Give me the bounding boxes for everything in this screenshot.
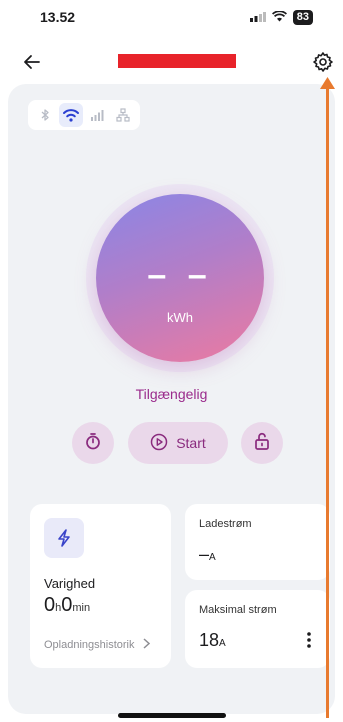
charging-current-label: Ladestrøm [199,518,252,530]
charger-panel: – – kWh Tilgængelig Start Varighed 0h0mi… [8,84,335,714]
bluetooth-icon[interactable] [33,103,57,127]
duration-minutes-unit: min [72,602,91,614]
more-options-icon[interactable] [306,630,312,650]
status-bar: 13.52 83 [0,0,343,38]
charging-current-card: Ladestrøm –A [185,504,330,580]
energy-meter: – – kWh [86,184,274,372]
ethernet-icon[interactable] [111,103,135,127]
charging-current-number: – [199,544,210,564]
status-icons: 83 [249,9,313,25]
signal-icon [249,11,266,25]
unlock-icon [252,431,272,456]
duration-label: Varighed [44,576,96,591]
annotation-arrow-line [326,84,329,718]
max-current-unit: A [219,638,226,649]
duration-value: 0h0min [44,594,90,617]
battery-icon: 83 [292,10,313,25]
charger-status: Tilgængelig [135,386,208,402]
app-bar [0,44,343,80]
timer-icon [83,431,103,456]
charging-current-value: –A [199,544,216,565]
page-title-redacted [118,54,236,68]
max-current-value: 18A [199,630,226,651]
wifi-icon[interactable] [59,103,83,127]
gear-icon[interactable] [311,50,335,74]
connectivity-selector [28,100,140,130]
charging-current-unit: A [209,552,216,563]
max-current-label: Maksimal strøm [199,604,277,616]
max-current-card: Maksimal strøm 18A [185,590,330,668]
wifi-status-icon [271,9,287,25]
bolt-icon [44,518,84,558]
charging-history-link[interactable]: Opladningshistorik [44,638,150,652]
energy-unit: kWh [167,310,193,325]
duration-hours: 0 [44,594,56,616]
energy-value: – – [147,256,213,294]
unlock-button[interactable] [241,422,283,464]
timer-button[interactable] [72,422,114,464]
chevron-right-icon [142,638,150,652]
annotation-arrow-head-icon [320,76,335,94]
back-arrow-icon[interactable] [20,50,44,74]
charging-history-label: Opladningshistorik [44,639,135,651]
home-indicator [118,713,226,718]
duration-card: Varighed 0h0min Opladningshistorik [30,504,171,668]
start-button[interactable]: Start [128,422,228,464]
start-label: Start [176,435,206,451]
cellular-icon[interactable] [85,103,109,127]
max-current-number: 18 [199,630,220,650]
play-icon [150,433,168,454]
duration-minutes: 0 [61,594,73,616]
status-time: 13.52 [40,9,76,25]
energy-orb: – – kWh [96,194,264,362]
